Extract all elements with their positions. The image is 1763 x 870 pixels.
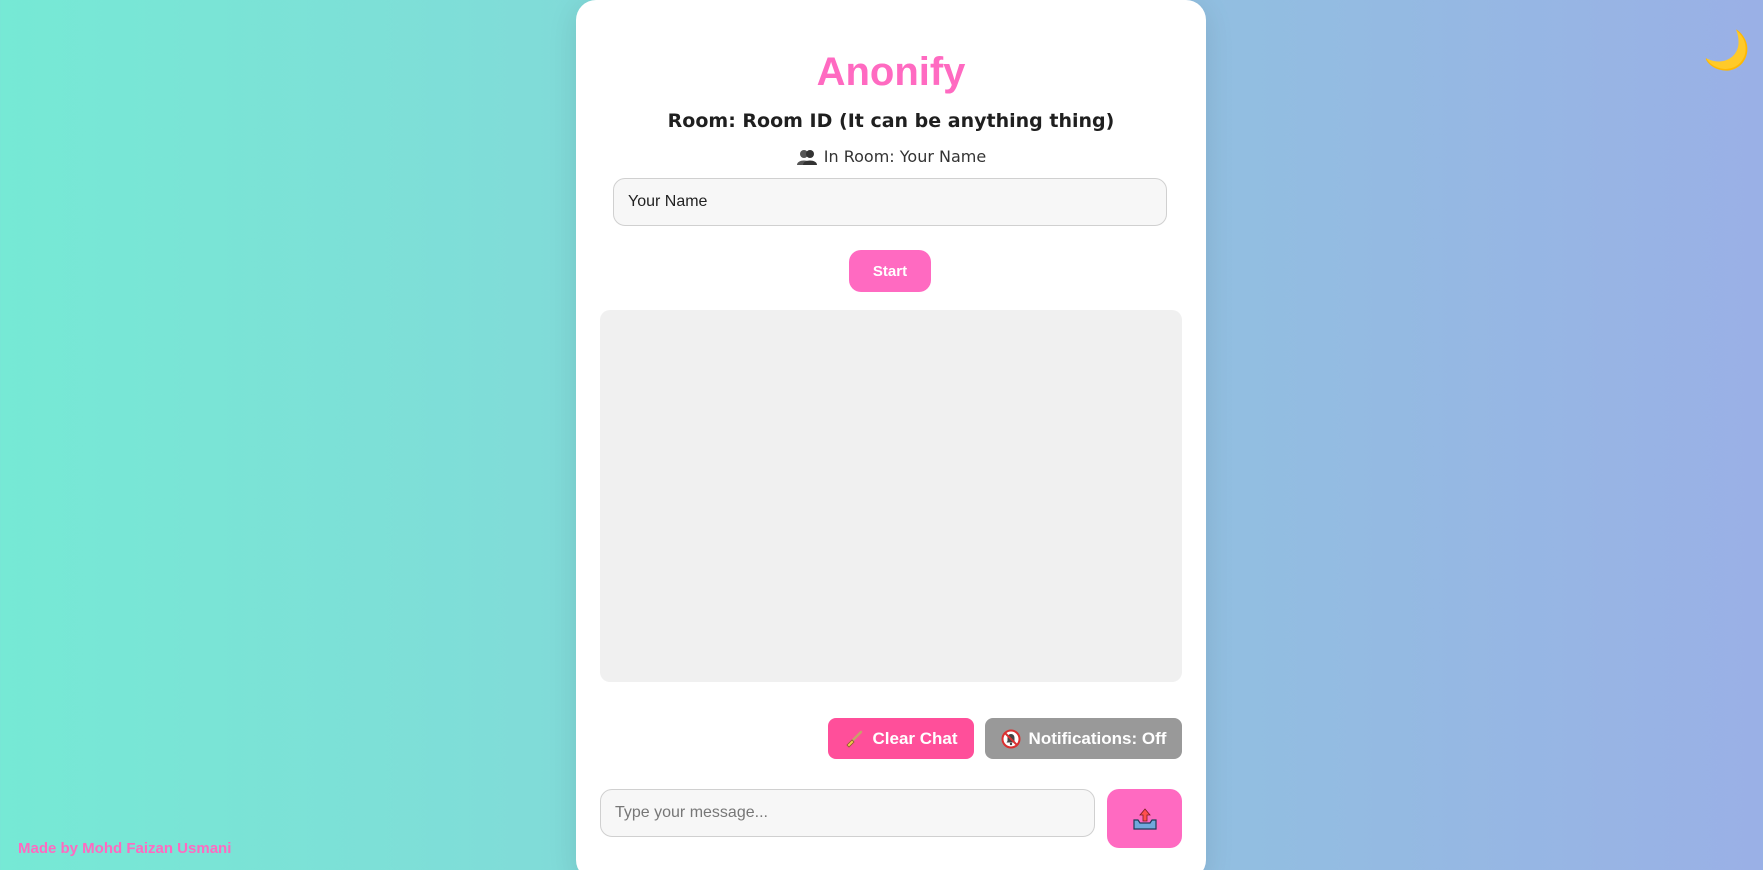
bell-off-icon — [1001, 729, 1021, 749]
in-room-text: In Room: Your Name — [823, 147, 987, 166]
theme-toggle-button[interactable]: 🌙 — [1703, 28, 1751, 72]
credit-text: Made by Mohd Faizan Usmani — [18, 840, 232, 857]
room-heading: Room: Room ID (It can be anything thing) — [667, 110, 1115, 132]
name-input[interactable] — [613, 178, 1167, 226]
start-button[interactable]: Start — [849, 250, 931, 292]
in-room-status: In Room: Your Name — [576, 147, 1206, 166]
chat-messages-area[interactable] — [600, 310, 1182, 682]
broom-icon — [844, 729, 864, 749]
clear-chat-label: Clear Chat — [872, 728, 958, 748]
notifications-label: Notifications: Off — [1028, 728, 1167, 748]
clear-chat-button[interactable]: Clear Chat — [828, 718, 974, 759]
users-icon — [796, 148, 818, 166]
outbox-tray-icon — [1132, 807, 1158, 831]
app-title: Anonify — [816, 50, 966, 94]
moon-icon: 🌙 — [1703, 28, 1751, 72]
notifications-toggle-button[interactable]: Notifications: Off — [985, 718, 1182, 759]
send-button[interactable] — [1107, 789, 1182, 848]
message-input[interactable] — [600, 789, 1095, 837]
chat-card: Anonify Room: Room ID (It can be anythin… — [576, 0, 1206, 870]
